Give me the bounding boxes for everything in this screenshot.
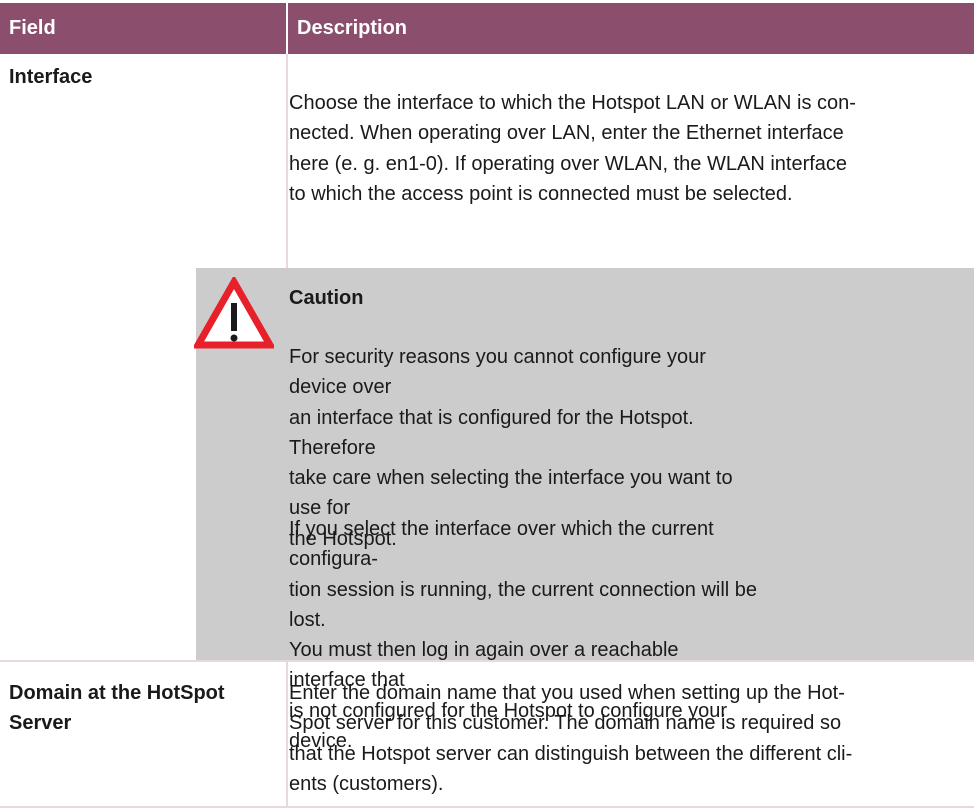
parameter-table: Field Description Interface Choose the i… [0, 0, 974, 808]
column-divider [286, 54, 288, 268]
field-name-domain: Domain at the HotSpot Server [9, 682, 225, 735]
field-name-interface: Interface [9, 66, 93, 88]
caution-title: Caution [289, 287, 364, 309]
warning-triangle-icon [194, 277, 274, 349]
description-interface: Choose the interface to which the Hotspo… [289, 92, 856, 205]
description-domain: Enter the domain name that you used when… [289, 682, 853, 795]
header-description: Description [288, 3, 974, 54]
header-field: Field [0, 3, 286, 54]
column-divider [286, 660, 288, 808]
